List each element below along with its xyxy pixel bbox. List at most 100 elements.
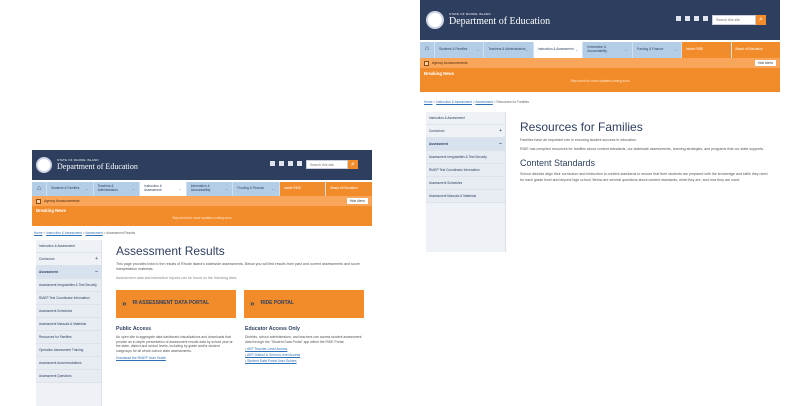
nav-instruction-assessment[interactable]: Instruction & Assessment ⌄ xyxy=(532,42,583,58)
magnifier-icon[interactable]: ⌕ xyxy=(756,15,766,25)
ri-assessment-data-portal-button[interactable]: » RI ASSESSMENT DATA PORTAL xyxy=(116,289,236,318)
collapse-icon[interactable]: − xyxy=(499,142,502,147)
sidebar-item-coordinator[interactable]: RIAEP Test Coordinator Information xyxy=(36,292,101,305)
youtube-icon[interactable] xyxy=(685,16,690,21)
sidebar-item-manuals[interactable]: Assessment Manuals & Materials xyxy=(426,190,505,203)
search-input[interactable] xyxy=(712,15,756,25)
nav-inside-ride[interactable]: Inside RIDE ⌄ xyxy=(278,182,326,196)
chevron-down-icon: ⌄ xyxy=(525,46,529,52)
sidebar-item-instruction[interactable]: Instruction & Assessment xyxy=(36,240,101,253)
linkedin-icon[interactable] xyxy=(270,161,275,166)
nav-inside-ride[interactable]: Inside RIDE ⌄ xyxy=(681,42,731,58)
educator-access-section: Educator Access Only Districts, school a… xyxy=(245,326,364,364)
hide-alerts-button[interactable]: Hide Alerts xyxy=(754,60,776,66)
intro-text-2: RIDE has compiled resources for families… xyxy=(520,147,765,152)
sidebar-label: Assessment Schedules xyxy=(429,181,463,185)
breaking-title: Breaking News xyxy=(424,71,455,76)
nav-students-families[interactable]: Students & Families ⌄ xyxy=(434,42,483,58)
state-seal-icon[interactable] xyxy=(36,157,52,173)
breadcrumb-instruction[interactable]: Instruction & Assessment xyxy=(436,100,472,104)
social-links xyxy=(270,161,302,166)
nav-board-of-education[interactable]: Board of Education ⌄ xyxy=(325,182,372,196)
ride-portal-button[interactable]: » RIDE PORTAL xyxy=(244,289,364,318)
home-icon[interactable]: ⌂ xyxy=(420,42,434,58)
collapse-icon[interactable]: − xyxy=(95,270,98,275)
sidebar-item-questions[interactable]: Assessment Questions xyxy=(36,370,101,383)
breadcrumb-home[interactable]: Home xyxy=(424,100,433,104)
brand-title: Department of Education xyxy=(57,162,138,171)
sidebar-label: Instruction & Assessment xyxy=(39,244,75,248)
assessment-results-page: STATE OF RHODE ISLAND Department of Educ… xyxy=(32,150,372,406)
educator-link[interactable]: AEP District & School Level Access xyxy=(245,353,364,357)
sidebar-item-irregularities[interactable]: Assessment Irregularities & Test Securit… xyxy=(36,279,101,292)
nav-label: Information & Accountability xyxy=(190,184,211,192)
breadcrumb-instruction[interactable]: Instruction & Assessment xyxy=(46,231,82,235)
sidebar-item-schedules[interactable]: Assessment Schedules xyxy=(36,305,101,318)
sidebar-label: Assessment xyxy=(39,270,58,274)
brand[interactable]: STATE OF RHODE ISLAND Department of Educ… xyxy=(57,159,138,171)
home-icon[interactable]: ⌂ xyxy=(32,182,46,196)
magnifier-icon[interactable]: ⌕ xyxy=(348,160,358,169)
rss-icon[interactable] xyxy=(288,161,293,166)
sidebar-label: Assessment Schedules xyxy=(39,309,73,313)
expand-icon[interactable]: + xyxy=(95,257,98,262)
educator-link[interactable]: AEP Teacher Level Access xyxy=(245,347,364,351)
brand[interactable]: STATE OF RHODE ISLAND Department of Educ… xyxy=(449,13,550,27)
expand-icon[interactable]: + xyxy=(499,129,502,134)
sidebar-item-accommodations[interactable]: Assessment Accommodations xyxy=(36,357,101,370)
youtube-icon[interactable] xyxy=(279,161,284,166)
user-guide-link[interactable]: Download the RIAEP User Guide xyxy=(116,356,235,360)
sidebar-item-families[interactable]: Resources for Families xyxy=(36,331,101,344)
sidebar-label: RIAEP Test Coordinator Information xyxy=(429,168,480,172)
sidebar-item-schedules[interactable]: Assessment Schedules xyxy=(426,177,505,190)
nav-funding-finance[interactable]: Funding & Finance ⌄ xyxy=(232,182,279,196)
state-seal-icon[interactable] xyxy=(426,11,444,29)
main-content: Assessment Results This page provides li… xyxy=(102,240,372,406)
chevron-down-icon: ⌄ xyxy=(85,185,89,191)
nav-funding-finance[interactable]: Funding & Finance ⌄ xyxy=(631,42,681,58)
chevron-down-icon: ⌄ xyxy=(318,185,322,191)
resources-for-families-page: STATE OF RHODE ISLAND Department of Educ… xyxy=(420,0,780,268)
sidebar-item-manuals[interactable]: Assessment Manuals & Materials xyxy=(36,318,101,331)
breaking-text: Stay tuned for more updates coming soon xyxy=(172,216,232,220)
nav-board-of-education[interactable]: Board of Education ⌄ xyxy=(730,42,780,58)
nav-label: Board of Education xyxy=(330,186,358,191)
sidebar-item-assessment[interactable]: Assessment − xyxy=(36,266,101,279)
nav-teachers-administrators[interactable]: Teachers & Administrators ⌄ xyxy=(483,42,532,58)
search-input[interactable] xyxy=(306,160,348,169)
x-icon[interactable] xyxy=(703,16,708,21)
breadcrumb-home[interactable]: Home xyxy=(34,231,43,235)
nav-teachers-administrators[interactable]: Teachers & Administrators ⌄ xyxy=(92,182,140,196)
sidebar-label: Assessment Irregularities & Test Securit… xyxy=(429,155,487,159)
sidebar-item-training[interactable]: Operation Assessment Training xyxy=(36,344,101,357)
nav-information-accountability[interactable]: Information & Accountability ⌄ xyxy=(185,182,233,196)
rss-icon[interactable] xyxy=(694,16,699,21)
sidebar-item-coordinator[interactable]: RIAEP Test Coordinator Information xyxy=(426,164,505,177)
chevron-down-icon: ⌄ xyxy=(624,46,628,52)
alert-title: Agency Announcements xyxy=(432,61,468,65)
nav-information-accountability[interactable]: Information & Accountability ⌄ xyxy=(582,42,631,58)
sidebar-item-irregularities[interactable]: Assessment Irregularities & Test Securit… xyxy=(426,151,505,164)
linkedin-icon[interactable] xyxy=(676,16,681,21)
breadcrumb: Home > Instruction & Assessment > Assess… xyxy=(34,231,136,235)
sidebar-item-curriculum[interactable]: Curriculum + xyxy=(426,125,505,138)
breadcrumb-assessment[interactable]: Assessment xyxy=(85,231,102,235)
nav-label: Students & Families xyxy=(439,47,468,52)
agency-announcements[interactable]: Agency Announcements xyxy=(424,60,468,66)
nav-students-families[interactable]: Students & Families ⌄ xyxy=(46,182,93,196)
nav-label: Instruction & Assessment xyxy=(144,184,162,192)
sidebar-label: Assessment Manuals & Materials xyxy=(429,194,477,198)
x-icon[interactable] xyxy=(297,161,302,166)
double-chevron-icon: » xyxy=(122,299,127,309)
nav-label: Information & Accountability xyxy=(587,45,607,53)
hide-alerts-button[interactable]: Hide Alerts xyxy=(346,198,368,204)
educator-link[interactable]: Student Data Portal User Guides xyxy=(245,359,364,363)
sidebar-item-instruction[interactable]: Instruction & Assessment xyxy=(426,112,505,125)
breadcrumb-assessment[interactable]: Assessment xyxy=(475,100,492,104)
sidebar-item-curriculum[interactable]: Curriculum + xyxy=(36,253,101,266)
sidebar: Instruction & Assessment Curriculum + Ass… xyxy=(36,240,102,406)
nav-instruction-assessment[interactable]: Instruction & Assessment ⌄ xyxy=(139,182,186,196)
agency-announcements[interactable]: Agency Announcements xyxy=(36,198,80,204)
sidebar-item-assessment[interactable]: Assessment − xyxy=(426,138,505,151)
sidebar-label: Assessment Questions xyxy=(39,374,72,378)
